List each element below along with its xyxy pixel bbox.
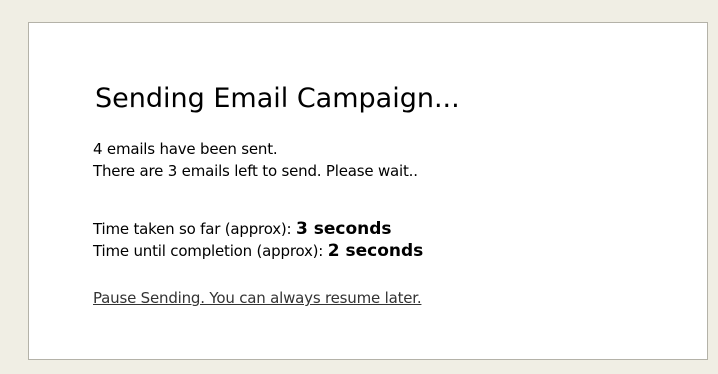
time-remaining-label: Time until completion (approx): bbox=[93, 242, 324, 260]
pause-sending-link[interactable]: Pause Sending. You can always resume lat… bbox=[93, 288, 422, 308]
time-remaining-value: 2 seconds bbox=[327, 241, 424, 261]
time-remaining-row: Time until completion (approx): 2 second… bbox=[93, 241, 423, 261]
time-taken-row: Time taken so far (approx): 3 seconds bbox=[93, 219, 392, 239]
sent-count-message: 4 emails have been sent. bbox=[93, 140, 278, 158]
remaining-count-message: There are 3 emails left to send. Please … bbox=[93, 162, 418, 180]
time-taken-label: Time taken so far (approx): bbox=[93, 220, 292, 238]
time-taken-value: 3 seconds bbox=[295, 219, 392, 239]
sending-status-panel: Sending Email Campaign... 4 emails have … bbox=[28, 22, 708, 360]
page-title: Sending Email Campaign... bbox=[95, 83, 460, 114]
